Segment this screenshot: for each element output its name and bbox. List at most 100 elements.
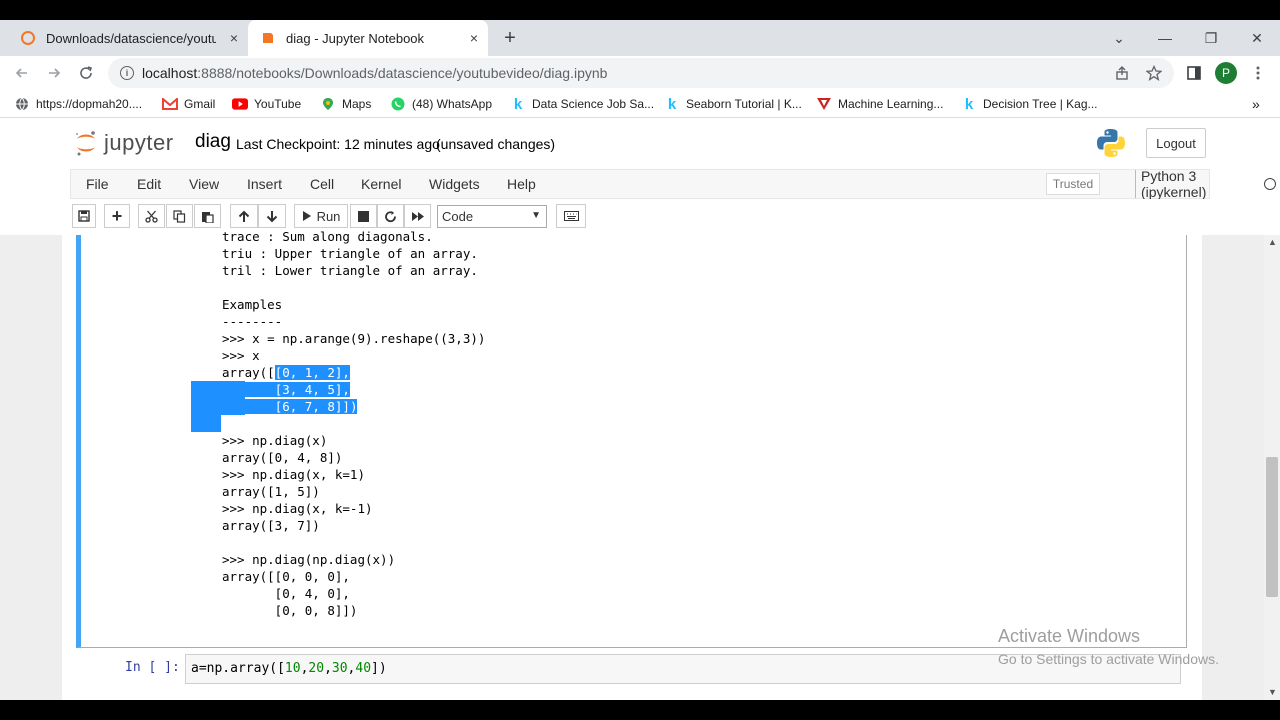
bookmark-label: https://dopmah20.... bbox=[36, 97, 143, 111]
output-line-selected: [6, 7, 8]]) bbox=[191, 398, 485, 415]
new-tab-button[interactable]: + bbox=[498, 20, 522, 56]
code-number: 30 bbox=[331, 661, 348, 676]
menu-file[interactable]: File bbox=[86, 170, 109, 198]
menu-insert[interactable]: Insert bbox=[247, 170, 282, 198]
back-icon[interactable] bbox=[9, 60, 35, 86]
jupyter-favicon-icon bbox=[21, 31, 35, 45]
menu-edit[interactable]: Edit bbox=[137, 170, 161, 198]
jupyter-logo-icon bbox=[76, 131, 95, 156]
tab-strip: Downloads/datascience/youtube × diag - J… bbox=[0, 20, 1280, 56]
bookmarks-overflow-button[interactable]: » bbox=[1252, 90, 1260, 118]
unsaved-status: (unsaved changes) bbox=[436, 136, 556, 152]
more-menu-icon[interactable] bbox=[1245, 60, 1271, 86]
reload-icon[interactable] bbox=[73, 60, 99, 86]
profile-avatar[interactable]: P bbox=[1213, 60, 1239, 86]
command-palette-button[interactable] bbox=[556, 204, 586, 228]
menu-view[interactable]: View bbox=[189, 170, 219, 198]
share-icon[interactable] bbox=[1109, 60, 1135, 86]
scroll-down-icon[interactable]: ▼ bbox=[1268, 687, 1277, 697]
output-line: [0, 0, 8]]) bbox=[222, 603, 358, 618]
bookmark-item[interactable]: (48) WhatsApp bbox=[390, 90, 492, 118]
forward-icon[interactable] bbox=[41, 60, 67, 86]
output-line: array([[0, 0, 0], bbox=[222, 569, 350, 584]
page-scrollbar[interactable]: ▲ ▼ bbox=[1264, 235, 1280, 700]
bookmark-item[interactable]: YouTube bbox=[232, 90, 301, 118]
run-button[interactable]: Run bbox=[294, 204, 348, 228]
tab-close-icon[interactable]: × bbox=[230, 30, 238, 46]
logout-button[interactable]: Logout bbox=[1146, 128, 1206, 158]
copy-icon bbox=[173, 209, 186, 223]
restart-button[interactable] bbox=[377, 204, 404, 228]
menu-cell[interactable]: Cell bbox=[310, 170, 334, 198]
side-panel-icon[interactable] bbox=[1181, 60, 1207, 86]
url-host: localhost bbox=[142, 65, 198, 81]
tab-search-icon[interactable]: ⌄ bbox=[1096, 20, 1142, 56]
copy-button[interactable] bbox=[166, 204, 193, 228]
menu-kernel[interactable]: Kernel bbox=[361, 170, 401, 198]
output-line: >>> x = np.arange(9).reshape((3,3)) bbox=[222, 331, 486, 346]
insert-cell-button[interactable]: + bbox=[104, 204, 130, 228]
kernel-name[interactable]: Python 3 (ipykernel) bbox=[1135, 168, 1209, 200]
tab-title: Downloads/datascience/youtube bbox=[46, 30, 216, 46]
bookmark-item[interactable]: Machine Learning... bbox=[816, 90, 943, 118]
jupyter-logo[interactable]: jupyter bbox=[74, 129, 174, 157]
tab-downloads[interactable]: Downloads/datascience/youtube × bbox=[10, 20, 248, 56]
cut-button[interactable] bbox=[138, 204, 165, 228]
output-line: >>> np.diag(x, k=1) bbox=[222, 467, 365, 482]
tab-diag[interactable]: diag - Jupyter Notebook × bbox=[248, 20, 488, 56]
move-down-button[interactable] bbox=[258, 204, 286, 228]
restart-icon bbox=[385, 210, 396, 222]
input-prompt: In [ ]: bbox=[125, 660, 180, 675]
bookmark-item[interactable]: Gmail bbox=[162, 90, 215, 118]
tab-title: diag - Jupyter Notebook bbox=[286, 30, 425, 46]
output-line: >>> x bbox=[222, 348, 260, 363]
code-number: 20 bbox=[308, 661, 325, 676]
browser-toolbar: i localhost:8888/notebooks/Downloads/dat… bbox=[0, 56, 1280, 90]
bookmark-star-icon[interactable] bbox=[1141, 60, 1167, 86]
notebook-name[interactable]: diag bbox=[195, 131, 231, 153]
address-bar[interactable]: i localhost:8888/notebooks/Downloads/dat… bbox=[108, 58, 1174, 88]
interrupt-button[interactable] bbox=[350, 204, 377, 228]
output-line: >>> np.diag(np.diag(x)) bbox=[222, 552, 396, 567]
bookmark-item[interactable]: k Decision Tree | Kag... bbox=[961, 90, 1098, 118]
move-up-button[interactable] bbox=[230, 204, 258, 228]
output-line: [0, 4, 0], bbox=[222, 586, 350, 601]
bookmark-label: (48) WhatsApp bbox=[412, 97, 493, 111]
scroll-up-icon[interactable]: ▲ bbox=[1268, 237, 1277, 247]
bookmark-item[interactable]: Maps bbox=[320, 90, 371, 118]
close-window-button[interactable]: ✕ bbox=[1234, 20, 1280, 56]
menu-widgets[interactable]: Widgets bbox=[429, 170, 480, 198]
bookmark-label: Seaborn Tutorial | K... bbox=[686, 97, 802, 111]
cell-type-select[interactable]: Code ▼ bbox=[437, 205, 547, 228]
restart-run-all-button[interactable] bbox=[404, 204, 431, 228]
bookmark-label: Maps bbox=[342, 97, 372, 111]
scrollbar-thumb[interactable] bbox=[1266, 457, 1278, 597]
output-line: array([3, 7]) bbox=[222, 518, 320, 533]
fast-forward-icon bbox=[411, 211, 424, 221]
code-text: ]) bbox=[371, 661, 387, 676]
gmail-icon bbox=[162, 96, 178, 112]
save-button[interactable] bbox=[72, 204, 96, 228]
bookmark-item[interactable]: https://dopmah20.... bbox=[14, 90, 142, 118]
selected-text: [3, 4, 5], bbox=[274, 382, 350, 397]
kaggle-icon: k bbox=[667, 95, 677, 113]
paste-button[interactable] bbox=[194, 204, 221, 228]
minimize-button[interactable]: — bbox=[1142, 20, 1188, 56]
bookmarks-bar: https://dopmah20.... Gmail YouTube Maps … bbox=[0, 90, 1280, 118]
selected-text bbox=[222, 382, 275, 397]
jupyter-logo-text: jupyter bbox=[104, 130, 174, 155]
output-line: array([0, 4, 8]) bbox=[222, 450, 343, 465]
bookmark-item[interactable]: k Seaborn Tutorial | K... bbox=[664, 90, 802, 118]
site-info-icon[interactable]: i bbox=[120, 66, 134, 80]
docstring-output: trace : Sum along diagonals. triu : Uppe… bbox=[191, 228, 486, 619]
menu-help[interactable]: Help bbox=[507, 170, 536, 198]
output-line: >>> np.diag(x) bbox=[222, 433, 328, 448]
notebook-menubar: File Edit View Insert Cell Kernel Widget… bbox=[70, 168, 1276, 200]
chevron-down-icon: ▼ bbox=[531, 210, 541, 221]
output-line-selected: array([[0, 1, 2], bbox=[222, 364, 485, 381]
restore-button[interactable]: ❐ bbox=[1188, 20, 1234, 56]
trusted-indicator[interactable]: Trusted bbox=[1046, 173, 1100, 195]
bookmark-item[interactable]: k Data Science Job Sa... bbox=[510, 90, 654, 118]
output-line: triu : Upper triangle of an array. bbox=[222, 246, 478, 261]
tab-close-icon[interactable]: × bbox=[470, 30, 478, 46]
